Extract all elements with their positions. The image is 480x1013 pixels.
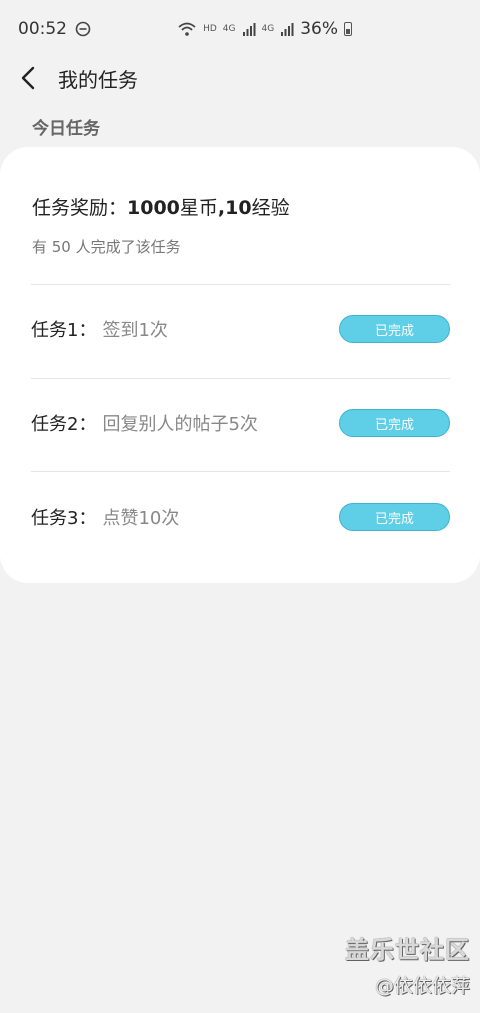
do-not-disturb-icon — [75, 21, 91, 37]
task-row-3: 任务3： 点赞10次 已完成 — [31, 492, 450, 542]
page-title: 我的任务 — [58, 67, 138, 92]
battery-level: 36% — [300, 19, 338, 39]
task-description: 回复别人的帖子5次 — [102, 414, 258, 435]
status-bar: 00:52 HD 4G 4G 36% — [0, 0, 480, 58]
completed-count: 有 50 人完成了该任务 — [32, 238, 181, 256]
task-description: 点赞10次 — [102, 508, 180, 529]
reward-coins-unit: 星币 — [179, 197, 218, 219]
battery-icon — [344, 22, 352, 36]
reward-coins: 1000 — [127, 197, 180, 219]
status-right: HD 4G 4G 36% — [177, 19, 352, 39]
back-arrow-icon — [21, 66, 35, 90]
reward-exp-unit: 经验 — [251, 197, 290, 219]
hd-badge: HD — [203, 24, 217, 34]
watermark-user: @依依依萍 — [374, 975, 470, 997]
reward-line: 任务奖励：1000星币,10经验 — [32, 193, 290, 220]
network-type-1: 4G — [222, 24, 236, 34]
status-time: 00:52 — [18, 19, 67, 39]
task-text: 任务1： 签到1次 — [31, 316, 168, 342]
signal-icon-2 — [281, 23, 294, 36]
task-label: 任务3： — [31, 508, 97, 529]
task-status-button[interactable]: 已完成 — [339, 503, 450, 531]
section-title: 今日任务 — [32, 119, 100, 139]
task-description: 签到1次 — [102, 320, 168, 341]
wifi-icon — [178, 22, 196, 36]
network-type-2: 4G — [261, 24, 275, 34]
task-status-button[interactable]: 已完成 — [339, 409, 450, 437]
watermark-site: 盖乐世社区 — [345, 936, 470, 964]
status-left: 00:52 — [18, 19, 91, 39]
task-card: 任务奖励：1000星币,10经验 有 50 人完成了该任务 任务1： 签到1次 已… — [0, 147, 480, 583]
task-label: 任务1： — [31, 320, 97, 341]
task-status-button[interactable]: 已完成 — [339, 315, 450, 343]
task-label: 任务2： — [31, 414, 97, 435]
back-button[interactable] — [0, 58, 56, 98]
task-row-2: 任务2： 回复别人的帖子5次 已完成 — [31, 398, 450, 448]
task-text: 任务3： 点赞10次 — [31, 504, 179, 530]
divider — [31, 378, 450, 379]
signal-icon — [242, 23, 255, 36]
watermark: 盖乐世社区 @依依依萍 — [345, 930, 470, 998]
task-text: 任务2： 回复别人的帖子5次 — [31, 410, 258, 436]
reward-exp: 10 — [225, 197, 252, 219]
divider — [31, 284, 450, 285]
task-row-1: 任务1： 签到1次 已完成 — [31, 304, 450, 354]
app-header: 我的任务 — [0, 58, 480, 98]
divider — [31, 471, 450, 472]
reward-label: 任务奖励： — [32, 197, 128, 219]
